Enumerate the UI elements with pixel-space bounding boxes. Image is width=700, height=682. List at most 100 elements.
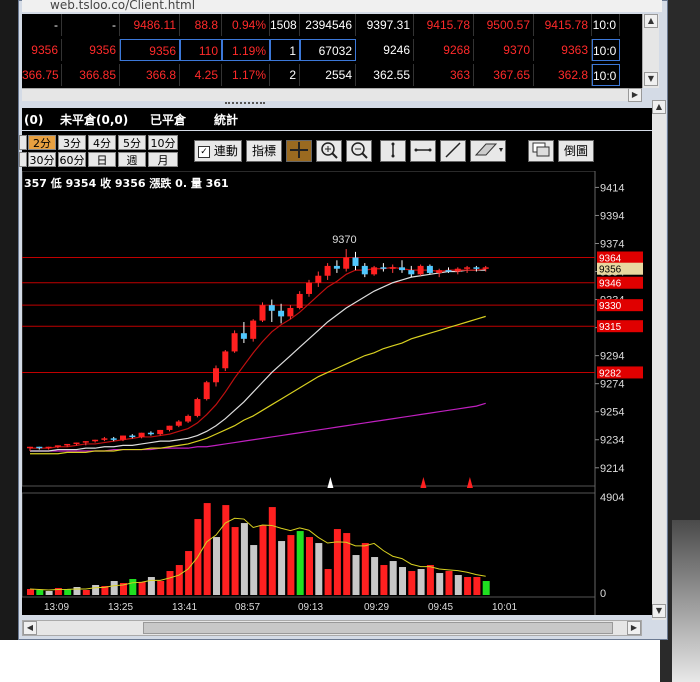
volume-bar bbox=[454, 575, 462, 595]
scroll-thumb[interactable] bbox=[143, 622, 613, 634]
ma-yellow-line bbox=[30, 315, 486, 455]
quote-cell: 1.17% bbox=[222, 64, 270, 86]
volume-bar bbox=[268, 507, 276, 595]
candle-body bbox=[333, 265, 340, 269]
quote-cell: 366.8 bbox=[120, 64, 180, 86]
candle-body bbox=[213, 368, 219, 383]
candle-body bbox=[129, 435, 136, 438]
candle-body bbox=[231, 333, 238, 352]
candle-body bbox=[426, 265, 433, 273]
period-button-4min[interactable]: 4分 bbox=[88, 135, 116, 150]
invert-button[interactable]: 倒圖 bbox=[558, 140, 594, 162]
price-tick-label: 9274 bbox=[600, 379, 624, 391]
volume-bar bbox=[82, 590, 90, 595]
volume-bar bbox=[129, 579, 137, 595]
period-button-3min[interactable]: 3分 bbox=[58, 135, 86, 150]
volume-bar bbox=[45, 591, 53, 595]
candle-body bbox=[306, 282, 312, 294]
zoom-out-button[interactable] bbox=[346, 140, 372, 162]
scroll-right-icon-2[interactable]: ▶ bbox=[627, 621, 641, 635]
volume-bar bbox=[371, 557, 379, 595]
tab-closed-positions[interactable]: 已平倉 bbox=[150, 111, 186, 129]
link-label: 連動 bbox=[213, 144, 238, 158]
eraser-button[interactable] bbox=[470, 140, 506, 162]
candle-body bbox=[343, 257, 350, 269]
candle-body bbox=[436, 270, 443, 273]
volume-bar bbox=[27, 589, 34, 595]
indicator-button[interactable]: 指標 bbox=[246, 140, 282, 162]
checkbox-checked-icon[interactable]: ✓ bbox=[198, 145, 210, 158]
period-button-10min[interactable]: 10分 bbox=[148, 135, 178, 150]
tab-orders[interactable]: (0) bbox=[24, 111, 43, 129]
time-tick-label: 13:09 bbox=[44, 602, 69, 613]
page-horizontal-scrollbar[interactable]: ◀ ▶ bbox=[22, 620, 642, 636]
candle-body bbox=[64, 443, 71, 446]
scroll-down-icon-2[interactable]: ▼ bbox=[652, 604, 666, 618]
crosshair-button[interactable] bbox=[286, 140, 312, 162]
volume-bar bbox=[185, 551, 193, 595]
quote-cell: 366.75 bbox=[22, 64, 62, 86]
volume-bar bbox=[399, 567, 406, 595]
quote-row[interactable]: 366.75 366.85 366.8 4.25 1.17% 2 2554 362.55 363… bbox=[22, 64, 642, 86]
scroll-down-icon[interactable]: ▼ bbox=[644, 72, 658, 86]
volume-bar bbox=[417, 569, 425, 595]
period-button-month[interactable]: 月 bbox=[148, 152, 178, 167]
ma-white-line bbox=[30, 269, 486, 452]
candle-body bbox=[399, 267, 405, 271]
volume-bar bbox=[157, 581, 165, 595]
vertical-line-button[interactable] bbox=[380, 140, 406, 162]
volume-bar bbox=[482, 581, 490, 595]
time-tick-label: 08:57 bbox=[235, 602, 260, 613]
scroll-left-icon[interactable]: ◀ bbox=[23, 621, 37, 635]
candle-body bbox=[296, 293, 303, 308]
candle-body bbox=[240, 333, 247, 339]
horizontal-line-button[interactable] bbox=[410, 140, 436, 162]
quote-row[interactable]: - -9486.11 88.8 0.94% 1508 2394546 9397.31 9415… bbox=[22, 14, 642, 36]
quote-cell: 9397.31 bbox=[356, 14, 414, 36]
chart-area[interactable]: 9414939493749354933493149294927492549234… bbox=[21, 170, 656, 615]
link-toggle[interactable]: ✓ 連動 bbox=[194, 140, 242, 162]
trend-line-button[interactable] bbox=[440, 140, 466, 162]
period-button-hidden-2[interactable] bbox=[19, 152, 27, 167]
period-button-hidden[interactable] bbox=[19, 135, 27, 150]
quote-cell: 1.19% bbox=[222, 39, 270, 61]
volume-bar bbox=[361, 543, 369, 595]
candlestick-chart[interactable]: 9414939493749354933493149294927492549234… bbox=[21, 170, 656, 615]
quote-horizontal-scrollbar[interactable]: ▶ bbox=[22, 88, 642, 102]
quote-cell: 9486.11 bbox=[120, 14, 180, 36]
zoom-in-button[interactable] bbox=[316, 140, 342, 162]
candle-body bbox=[203, 382, 210, 400]
time-tick-label: 10:01 bbox=[492, 602, 517, 613]
scroll-up-icon[interactable]: ▲ bbox=[644, 14, 658, 28]
quote-row[interactable]: 9356 9356 9356 110 1.19% 1 67032 9246 9268 9370 93… bbox=[22, 39, 642, 61]
trend-line-icon bbox=[445, 142, 461, 158]
candle-body bbox=[324, 265, 331, 276]
address-bar[interactable]: web.tsloo.co/Client.html bbox=[22, 0, 662, 12]
candle-body bbox=[185, 415, 192, 422]
tab-statistics[interactable]: 統計 bbox=[214, 111, 238, 129]
compare-button[interactable] bbox=[528, 140, 554, 162]
tab-open-positions[interactable]: 未平倉(0,0) bbox=[60, 111, 128, 129]
time-tick-label: 09:29 bbox=[364, 602, 389, 613]
scroll-right-icon[interactable]: ▶ bbox=[628, 88, 642, 102]
candle-body bbox=[175, 421, 182, 426]
candle-body bbox=[27, 446, 33, 449]
period-button-day[interactable]: 日 bbox=[88, 152, 116, 167]
candle-body bbox=[73, 442, 80, 445]
period-button-2min[interactable]: 2分 bbox=[28, 135, 56, 150]
eraser-icon bbox=[474, 143, 503, 156]
period-button-60min[interactable]: 60分 bbox=[58, 152, 86, 167]
quote-vertical-scrollbar[interactable]: ▲ ▼ bbox=[642, 14, 659, 88]
scroll-up-icon-2[interactable]: ▲ bbox=[652, 100, 666, 114]
candle-body bbox=[352, 257, 359, 266]
period-button-30min[interactable]: 30分 bbox=[28, 152, 56, 167]
chart-vertical-scrollbar[interactable]: ▲ ▼ bbox=[652, 100, 666, 620]
volume-bar bbox=[436, 573, 444, 595]
candle-body bbox=[454, 268, 461, 272]
quote-cell: 363 bbox=[414, 64, 474, 86]
period-button-week[interactable]: 週 bbox=[118, 152, 146, 167]
candle-body bbox=[92, 439, 99, 442]
volume-bar bbox=[306, 537, 313, 595]
quote-cell: 0.94% bbox=[222, 14, 270, 36]
period-button-5min[interactable]: 5分 bbox=[118, 135, 146, 150]
